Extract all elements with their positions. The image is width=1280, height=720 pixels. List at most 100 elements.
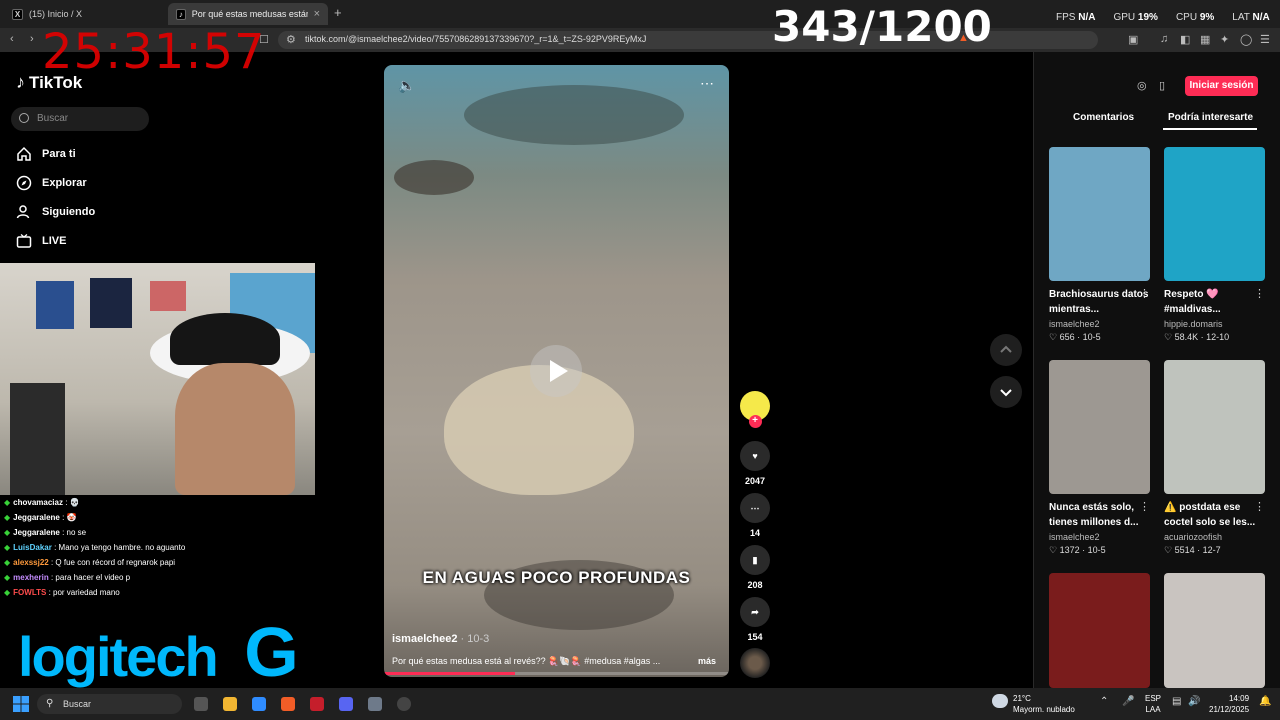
card-stats: ♡ 1372 · 10-5: [1049, 545, 1106, 555]
card-user[interactable]: ismaelchee2: [1049, 319, 1150, 329]
recommendation-card[interactable]: ⚠️ postdata ese coctel solo se les... acu…: [1164, 360, 1265, 556]
video-thumbnail[interactable]: [1049, 360, 1150, 494]
card-more-icon[interactable]: ⋮: [1139, 500, 1150, 513]
nav-for-you[interactable]: Para ti: [16, 146, 76, 162]
obs-icon[interactable]: [397, 697, 411, 711]
volume-icon[interactable]: 🔊: [1188, 696, 1200, 707]
previous-video-button[interactable]: [990, 334, 1022, 366]
taskbar-search[interactable]: Buscar: [37, 694, 182, 714]
card-title[interactable]: Brachiosaurus datos mientras...: [1049, 287, 1150, 317]
subscriber-badge-icon: ◆: [4, 513, 11, 522]
creator-avatar[interactable]: +: [740, 391, 770, 428]
card-more-icon[interactable]: ⋮: [1254, 287, 1265, 300]
share-button[interactable]: ➦ 154: [740, 597, 770, 642]
video-progress-bar[interactable]: [384, 672, 729, 675]
more-link[interactable]: más: [698, 656, 716, 666]
music-disc-icon: [740, 648, 770, 678]
tiktok-logo[interactable]: ♪ TikTok: [16, 72, 82, 93]
compass-icon: [16, 175, 32, 191]
card-more-icon[interactable]: ⋮: [1254, 500, 1265, 513]
subscriber-badge-icon: ◆: [4, 528, 11, 537]
login-button[interactable]: Iniciar sesión: [1185, 76, 1258, 96]
save-button[interactable]: ▮ 208: [740, 545, 770, 590]
weather-widget[interactable]: 21°C Mayorm. nublado: [1013, 693, 1075, 715]
system-clock[interactable]: 14:09 21/12/2025: [1209, 693, 1249, 715]
settings-icon[interactable]: [368, 697, 382, 711]
card-title[interactable]: Nunca estás solo, tienes millones d...: [1049, 500, 1150, 530]
search-icon: ⚲: [46, 698, 54, 709]
app-icon[interactable]: [310, 697, 324, 711]
video-thumbnail[interactable]: [1164, 573, 1265, 688]
store-icon[interactable]: [252, 697, 266, 711]
subscriber-badge-icon: ◆: [4, 573, 11, 582]
new-tab-button[interactable]: +: [334, 5, 342, 20]
sidebar-icon[interactable]: ◧: [1180, 33, 1190, 46]
get-app-icon[interactable]: ▯: [1159, 79, 1165, 92]
chat-message: ◆ mexherin : para hacer el video p: [4, 570, 304, 585]
music-disc[interactable]: [740, 648, 770, 678]
search-input[interactable]: Buscar: [11, 107, 149, 131]
discord-icon[interactable]: [339, 697, 353, 711]
card-more-icon[interactable]: ⋮: [1139, 287, 1150, 300]
comment-icon: ⋯: [740, 493, 770, 523]
more-options-icon[interactable]: ⋯: [700, 75, 714, 92]
tray-chevron-icon[interactable]: ⌃: [1100, 696, 1108, 707]
tiktok-studio-icon[interactable]: ◎: [1137, 79, 1147, 92]
card-title[interactable]: ⚠️ postdata ese coctel solo se les...: [1164, 500, 1265, 530]
card-user[interactable]: ismaelchee2: [1049, 532, 1150, 542]
file-explorer-icon[interactable]: [223, 697, 237, 711]
video-author[interactable]: ismaelchee2 · 10-3: [392, 633, 489, 645]
close-tab-icon[interactable]: ×: [314, 8, 320, 20]
volume-icon[interactable]: 🔈: [398, 77, 415, 94]
recommendation-card[interactable]: [1164, 573, 1265, 688]
menu-icon[interactable]: ☰: [1260, 33, 1270, 46]
brave-browser-icon[interactable]: [281, 697, 295, 711]
tab-tiktok-video[interactable]: ♪ Por qué estas medusas están al r ×: [168, 3, 328, 25]
card-likes: 5514: [1174, 545, 1195, 555]
coral-rocks: [464, 85, 684, 145]
video-thumbnail[interactable]: [1164, 147, 1265, 281]
nav-live[interactable]: LIVE: [16, 233, 66, 249]
tab-x-home[interactable]: X (15) Inicio / X: [4, 3, 164, 25]
task-view-icon[interactable]: [194, 697, 208, 711]
nav-explore[interactable]: Explorar: [16, 175, 87, 191]
comment-button[interactable]: ⋯ 14: [740, 493, 770, 538]
windows-start-icon[interactable]: [13, 696, 29, 712]
music-icon[interactable]: ♫: [1160, 33, 1168, 45]
recommendation-card[interactable]: Brachiosaurus datos mientras... ismaelche…: [1049, 147, 1150, 343]
nav-following[interactable]: Siguiendo: [16, 204, 95, 220]
wallet-icon[interactable]: ▦: [1200, 33, 1210, 46]
video-thumbnail[interactable]: [1164, 360, 1265, 494]
tab-comments[interactable]: Comentarios: [1073, 112, 1134, 123]
vpn-icon[interactable]: ◯: [1240, 33, 1252, 46]
mic-icon[interactable]: 🎤: [1122, 696, 1134, 707]
recommendation-card[interactable]: [1049, 573, 1150, 688]
cap: [170, 313, 280, 365]
windows-taskbar: [0, 688, 1280, 720]
screenshot-icon[interactable]: ▣: [1128, 33, 1138, 46]
network-icon[interactable]: ▤: [1172, 696, 1181, 707]
play-button[interactable]: [530, 345, 582, 397]
card-title[interactable]: Respeto 🩷 #maldivas...: [1164, 287, 1265, 317]
leo-ai-icon[interactable]: ✦: [1220, 33, 1229, 46]
video-thumbnail[interactable]: [1049, 147, 1150, 281]
tab-you-may-like[interactable]: Podría interesarte: [1168, 112, 1253, 123]
follow-plus-icon[interactable]: +: [748, 415, 762, 428]
chat-message: ◆ Jeggaralene : no se: [4, 525, 304, 540]
card-user[interactable]: hippie.domaris: [1164, 319, 1265, 329]
url-text[interactable]: tiktok.com/@ismaelchee2/video/7557086289…: [305, 34, 646, 44]
clock-time: 14:09: [1229, 694, 1250, 703]
back-icon[interactable]: ‹: [10, 33, 14, 45]
forward-icon[interactable]: ›: [30, 33, 34, 45]
recommendation-card[interactable]: Respeto 🩷 #maldivas... hippie.domaris ♡ 58…: [1164, 147, 1265, 343]
video-thumbnail[interactable]: [1049, 573, 1150, 688]
language-indicator[interactable]: ESP LAA: [1145, 693, 1161, 715]
chat-text: : 🤡: [62, 513, 77, 522]
video-player[interactable]: 🔈 ⋯ EN AGUAS POCO PROFUNDAS ismaelchee2 …: [384, 65, 729, 677]
site-settings-icon[interactable]: ⚙: [286, 33, 296, 46]
notifications-icon[interactable]: 🔔: [1259, 696, 1271, 707]
card-user[interactable]: acuariozoofish: [1164, 532, 1265, 542]
next-video-button[interactable]: [990, 376, 1022, 408]
recommendation-card[interactable]: Nunca estás solo, tienes millones d... is…: [1049, 360, 1150, 556]
like-button[interactable]: ♥ 2047: [740, 441, 770, 486]
